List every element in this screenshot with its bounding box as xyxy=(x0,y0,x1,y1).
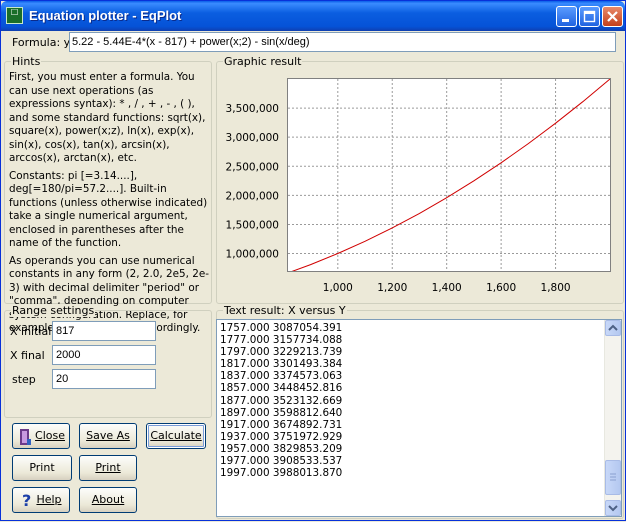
save-as-button[interactable]: Save As xyxy=(79,423,137,449)
text-result-line: 1817.000 3301493.384 xyxy=(220,358,343,371)
text-result-legend: Text result: X versus Y xyxy=(223,304,347,317)
graphic-result-legend: Graphic result xyxy=(223,55,303,68)
hints-text: First, you must enter a formula. You can… xyxy=(9,71,214,340)
scroll-up-icon xyxy=(608,324,618,331)
hint-paragraph: Constants: pi [=3.14....], deg[=180/pi=5… xyxy=(9,169,208,250)
close-button[interactable]: Close xyxy=(12,423,70,449)
title-bar[interactable]: □ Equation plotter - EqPlot xyxy=(1,1,625,31)
scroll-up-button[interactable] xyxy=(605,320,621,336)
text-result-box[interactable]: 1757.000 3087054.391 1777.000 3157734.088… xyxy=(216,319,622,517)
help-button[interactable]: ? Help xyxy=(12,487,70,513)
maximize-button[interactable] xyxy=(579,6,600,27)
print-report-button[interactable]: Print report xyxy=(12,455,72,498)
range-settings-legend: Range settings xyxy=(11,304,96,317)
print-graph-button[interactable]: Print graph xyxy=(79,455,137,498)
text-result-line: 1777.000 3157734.088 xyxy=(220,334,343,347)
hint-paragraph: First, you must enter a formula. You can… xyxy=(9,71,206,164)
step-label: step xyxy=(12,373,36,386)
app-window: □ Equation plotter - EqPlot Formula: y= … xyxy=(0,0,626,521)
text-result-line: 1977.000 3908533.537 xyxy=(220,455,343,468)
calculate-label: Calculate xyxy=(150,429,202,442)
text-result-line: 1757.000 3087054.391 xyxy=(220,322,343,334)
grip-icon xyxy=(610,473,616,481)
save-as-label: Save As xyxy=(86,429,130,442)
about-button[interactable]: About xyxy=(79,487,137,513)
text-result-line: 1897.000 3598812.640 xyxy=(220,406,343,419)
window-title: Equation plotter - EqPlot xyxy=(29,8,182,23)
minimize-button[interactable] xyxy=(556,6,577,27)
text-result-line: 1957.000 3829853.209 xyxy=(220,442,343,455)
door-exit-icon xyxy=(20,429,31,445)
text-result-line: 1837.000 3374573.063 xyxy=(220,370,343,383)
close-window-button[interactable] xyxy=(602,6,623,27)
plot-area xyxy=(287,78,611,272)
maximize-icon xyxy=(583,10,596,23)
scroll-down-button[interactable] xyxy=(605,500,621,516)
scroll-down-icon xyxy=(608,505,618,512)
x-initial-input[interactable] xyxy=(52,321,156,341)
text-result-line: 1857.000 3448452.816 xyxy=(220,382,343,395)
x-initial-label: X initial xyxy=(10,325,52,338)
vertical-scrollbar[interactable] xyxy=(604,320,621,516)
minimize-icon xyxy=(562,19,569,22)
text-result-line: 1997.000 3988013.870 xyxy=(220,467,343,480)
text-result-line: 1917.000 3674892.731 xyxy=(220,418,343,431)
hints-panel: Hints First, you must enter a formula. Y… xyxy=(4,55,212,334)
help-icon: ? xyxy=(22,491,31,509)
hints-legend: Hints xyxy=(11,55,42,68)
close-icon xyxy=(607,11,618,22)
text-result-line: 1877.000 3523132.669 xyxy=(220,394,343,407)
plot-chart xyxy=(288,79,610,271)
about-label: About xyxy=(91,493,125,506)
x-final-input[interactable] xyxy=(52,345,156,365)
x-final-label: X final xyxy=(10,349,45,362)
step-input[interactable] xyxy=(52,369,156,389)
text-result-line: 1797.000 3229213.739 xyxy=(220,346,343,359)
formula-input[interactable] xyxy=(69,32,616,52)
app-icon: □ xyxy=(6,7,23,24)
scroll-thumb[interactable] xyxy=(605,460,621,495)
calculate-button[interactable]: Calculate xyxy=(146,423,206,449)
text-result-lines: 1757.000 3087054.391 1777.000 3157734.088… xyxy=(220,322,342,479)
svg-text:?: ? xyxy=(22,491,31,509)
text-result-line: 1937.000 3751972.929 xyxy=(220,430,343,443)
